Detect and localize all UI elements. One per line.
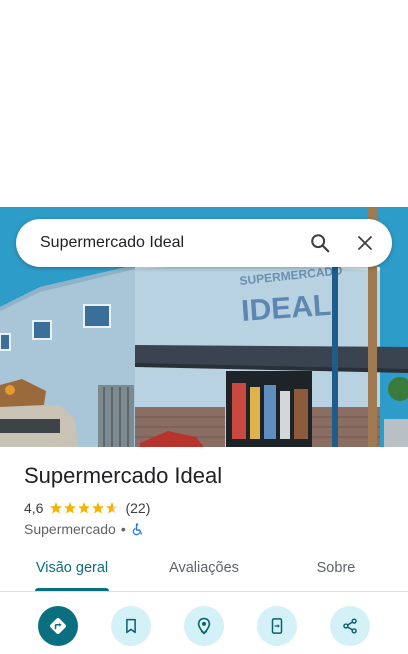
nearby-button[interactable]	[184, 606, 224, 646]
send-to-phone-icon	[271, 618, 283, 634]
send-to-phone-button[interactable]	[257, 606, 297, 646]
star-icon	[92, 502, 105, 514]
place-tabs: Visão geral Avaliações Sobre	[0, 550, 408, 592]
star-half-icon	[106, 502, 119, 514]
nearby-icon	[197, 617, 211, 635]
svg-text:IDEAL: IDEAL	[240, 289, 332, 328]
separator-dot: •	[120, 521, 126, 537]
tab-reviews[interactable]: Avaliações	[158, 550, 250, 592]
share-button[interactable]	[330, 606, 370, 646]
star-icon	[78, 502, 91, 514]
rating-value: 4,6	[24, 500, 44, 516]
place-category: Supermercado	[24, 521, 116, 537]
tab-about[interactable]: Sobre	[300, 550, 372, 592]
map-area-blank	[0, 0, 408, 207]
directions-button[interactable]	[38, 606, 78, 646]
wheelchair-icon[interactable]	[131, 522, 144, 536]
directions-icon	[50, 618, 66, 634]
share-icon	[343, 618, 357, 634]
search-bar[interactable]: Supermercado Ideal	[16, 219, 392, 267]
review-count[interactable]: (22)	[125, 500, 150, 516]
search-input[interactable]: Supermercado Ideal	[40, 219, 184, 267]
active-tab-indicator	[35, 588, 109, 591]
search-icon[interactable]	[302, 225, 338, 261]
star-icon	[64, 502, 77, 514]
save-button[interactable]	[111, 606, 151, 646]
category-row: Supermercado •	[24, 520, 144, 538]
bookmark-icon	[126, 618, 136, 634]
close-icon[interactable]	[347, 225, 383, 261]
tab-overview[interactable]: Visão geral	[26, 550, 118, 592]
rating-stars	[49, 501, 119, 515]
place-title: Supermercado Ideal	[24, 463, 223, 488]
star-icon	[50, 502, 63, 514]
rating-row[interactable]: 4,6 (22)	[24, 499, 150, 517]
